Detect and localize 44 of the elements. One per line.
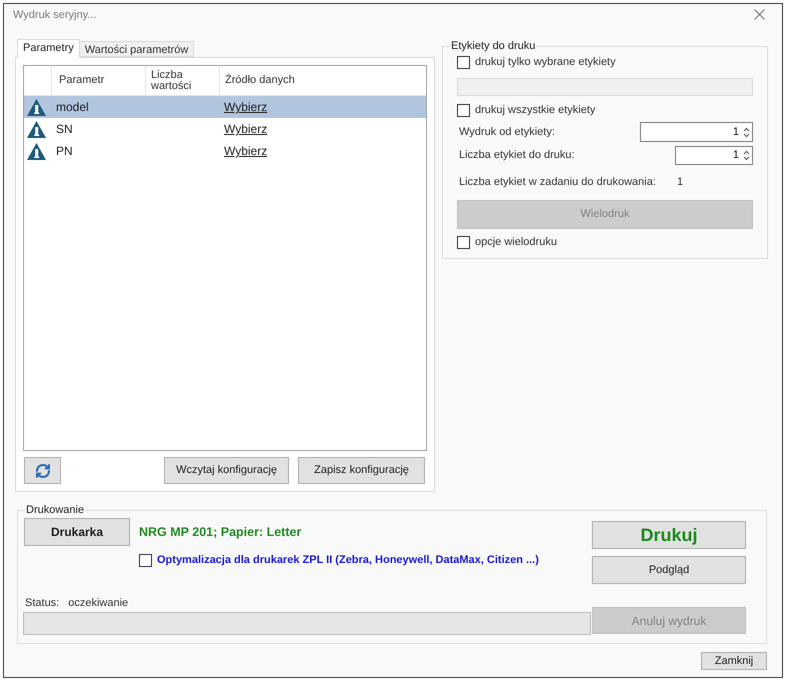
column-header[interactable]: Parametr xyxy=(52,66,146,95)
field-label: Liczba etykiet do druku: xyxy=(458,148,575,164)
checkbox-label: drukuj wszystkie etykiety xyxy=(475,103,596,117)
printer-info: NRG MP 201; Papier: Letter xyxy=(139,524,302,541)
tab[interactable]: Wartości parametrów xyxy=(78,41,194,57)
close-button[interactable]: Zamknij xyxy=(701,652,767,670)
checkbox-label: drukuj tylko wybrane etykiety xyxy=(475,55,616,69)
choose-link[interactable]: Wybierz xyxy=(224,120,268,138)
table-cell-text: PN xyxy=(56,143,73,160)
close-icon[interactable] xyxy=(754,9,765,20)
checkbox[interactable] xyxy=(139,554,152,566)
alert-triangle-icon xyxy=(27,142,46,160)
load-config-button[interactable]: Wczytaj konfigurację xyxy=(164,457,289,484)
checkbox-label: Optymalizacja dla drukarek ZPL II (Zebra, Honeywell, DataMax, Citizen ...) xyxy=(157,553,539,567)
choose-link[interactable]: Wybierz xyxy=(224,98,268,116)
number-spinbox[interactable]: 1 xyxy=(675,146,753,165)
status-label: Status: xyxy=(25,596,60,611)
refresh-button[interactable] xyxy=(24,457,61,484)
tab[interactable]: Parametry xyxy=(17,39,80,58)
refresh-icon xyxy=(34,462,50,478)
column-header[interactable]: Liczba wartości xyxy=(146,66,220,95)
field-label: Wydruk od etykiety: xyxy=(458,124,555,140)
spinner-arrows-icon xyxy=(743,126,750,138)
table-cell-text: SN xyxy=(56,121,73,138)
choose-link[interactable]: Wybierz xyxy=(224,142,268,160)
window-title: Wydruk seryjny... xyxy=(13,8,96,22)
alert-triangle-icon xyxy=(27,120,46,138)
column-header[interactable]: Źródło danych xyxy=(220,66,426,95)
checkbox[interactable] xyxy=(457,236,470,248)
table-row[interactable]: model Wybierz xyxy=(24,96,426,118)
number-spinbox[interactable]: 1 xyxy=(640,122,753,142)
spinner-arrows-icon xyxy=(743,150,750,161)
preview-button[interactable]: Podgląd xyxy=(592,556,746,584)
checkbox[interactable] xyxy=(457,104,470,116)
printer-button[interactable]: Drukarka xyxy=(24,518,130,546)
field-label: Liczba etykiet w zadaniu do drukowania: xyxy=(459,174,657,190)
save-config-button[interactable]: Zapisz konfigurację xyxy=(298,457,425,484)
checkbox-label: opcje wielodruku xyxy=(475,235,557,249)
status-value: oczekiwanie xyxy=(68,596,128,611)
group-title: Etykiety do druku xyxy=(450,39,536,53)
table-cell-text: model xyxy=(56,99,89,116)
alert-triangle-icon xyxy=(27,98,46,116)
label-total-value: 1 xyxy=(677,174,684,190)
checkbox[interactable] xyxy=(457,56,470,68)
